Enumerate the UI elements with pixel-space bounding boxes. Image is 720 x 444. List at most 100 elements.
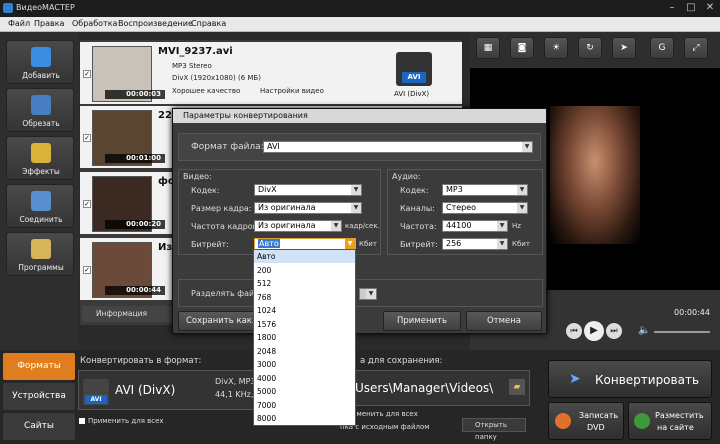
volume-slider[interactable] [654,331,710,333]
file-checkbox[interactable]: ✓ [83,70,91,78]
video-settings-link[interactable]: Настройки видео [260,87,324,95]
bitrate-label: Битрейт: [191,240,229,249]
dialog-title-bar: Параметры конвертирования [173,109,546,123]
video-thumbnail: 00:00:03 [92,46,165,102]
fps-unit: кадр/сек. [345,222,380,230]
bitrate-option[interactable]: 7000 [254,399,355,412]
video-thumbnail: 00:00:44 [92,242,165,298]
frame-size-select[interactable]: Из оригинала ▼ [254,202,362,214]
convert-button[interactable]: ➤ Конвертировать [548,360,712,398]
tab-info[interactable]: Информация [82,306,172,322]
crop-icon[interactable]: ◙ [510,37,534,59]
bottom-panel: Форматы Устройства Сайты Конвертировать … [0,350,720,444]
cancel-button[interactable]: Отмена [466,311,542,331]
bitrate-option[interactable]: 512 [254,277,355,290]
menu-edit[interactable]: Правка [34,19,64,28]
convert-icon: ➤ [569,371,581,387]
folder-icon[interactable]: ▰ [509,379,525,395]
trim-button[interactable]: Обрезать [6,88,74,132]
file-checkbox[interactable]: ✓ [83,134,91,142]
film-icon[interactable]: ▦ [476,37,500,59]
video-thumbnail: 00:00:20 [92,176,165,232]
fps-label: Частота кадров: [191,222,261,231]
chevron-down-icon: ▼ [366,289,376,299]
prev-icon[interactable]: ⏮ [566,323,582,339]
file-checkbox[interactable]: ✓ [83,266,91,274]
bitrate-option[interactable]: 4000 [254,372,355,385]
channels-select[interactable]: Стерео ▼ [442,202,528,214]
chevron-down-icon: ▼ [522,142,532,152]
video-section: Видео: Кодек: DivX ▼ Размер кадра: Из ори… [178,169,381,255]
split-select[interactable]: ▼ [359,288,377,300]
video-codec-select[interactable]: DivX ▼ [254,184,362,196]
format-select[interactable]: AVI ▼ [263,141,533,153]
bitrate-option[interactable]: 3000 [254,358,355,371]
tab-devices[interactable]: Устройства [3,383,75,410]
format-detail-2: 44,1 KHz, [215,390,254,399]
format-name: AVI (DivX) [115,383,176,397]
preview-toolbar: ▦ ◙ ☀ ↻ ➤ G ⤢ [470,32,720,68]
bitrate-option[interactable]: 5000 [254,385,355,398]
gif-icon[interactable]: G [650,37,674,59]
bitrate-option[interactable]: 8000 [254,412,355,425]
speed-icon[interactable]: ➤ [612,37,636,59]
tab-formats[interactable]: Форматы [3,353,75,380]
split-label: Разделять файл: [191,289,263,298]
bitrate-option[interactable]: 200 [254,264,355,277]
chevron-down-icon: ▼ [345,239,355,249]
audio-bitrate-select[interactable]: 256 ▼ [442,238,508,250]
bitrate-option[interactable]: 768 [254,291,355,304]
codec-label: Кодек: [191,186,220,195]
add-button[interactable]: Добавить [6,40,74,84]
next-icon[interactable]: ⏭ [606,323,622,339]
join-button[interactable]: Соединить [6,184,74,228]
close-icon[interactable]: ✕ [702,2,718,14]
menu-process[interactable]: Обработка [72,19,117,28]
menu-help[interactable]: Справка [191,19,226,28]
save-path-field[interactable]: Users\Manager\Videos\ ▰ [350,370,530,406]
rotate-icon[interactable]: ↻ [578,37,602,59]
dvd-icon [555,413,571,429]
frequency-select[interactable]: 44100 ▼ [442,220,508,232]
maximize-icon[interactable]: □ [683,2,699,14]
menu-file[interactable]: Файл [8,19,30,28]
publish-site-button[interactable]: Разместить на сайте [628,402,712,440]
open-folder-button[interactable]: Открыть папку [462,418,526,441]
fps-select[interactable]: Из оригинала ▼ [254,220,342,232]
conversion-settings-dialog: Параметры конвертирования Формат файла: … [172,108,547,334]
brightness-icon[interactable]: ☀ [544,37,568,59]
burn-dvd-button[interactable]: Записать DVD [548,402,624,440]
minimize-icon[interactable]: – [664,2,680,14]
apply-all-label-2: именить для всех [352,410,418,418]
sidebar: Добавить Обрезать Эффекты Соединить Прог… [0,32,79,350]
video-section-label: Видео: [183,172,212,181]
globe-icon [634,413,650,429]
apply-all-checkbox[interactable] [79,418,85,424]
bitrate-option[interactable]: Авто [254,250,355,263]
dialog-title: Параметры конвертирования [183,111,308,120]
bitrate-unit: Кбит [359,240,377,248]
file-checkbox[interactable]: ✓ [83,200,91,208]
tab-sites[interactable]: Сайты [3,413,75,440]
bitrate-option[interactable]: 1800 [254,331,355,344]
bitrate-option[interactable]: 1576 [254,318,355,331]
bitrate-option[interactable]: 1024 [254,304,355,317]
fullscreen-icon[interactable]: ⤢ [684,37,708,59]
video-info: DivX (1920x1080) (6 МБ) [172,74,261,82]
effects-icon [31,143,51,163]
audio-section-label: Аудио: [392,172,421,181]
format-icon[interactable]: AVI [396,52,432,86]
programs-button[interactable]: Программы [6,232,74,276]
list-item[interactable]: ✓ 00:00:03 MVI_9237.avi MP3 Stereo DivX … [80,42,462,104]
effects-button[interactable]: Эффекты [6,136,74,180]
chevron-down-icon: ▼ [351,185,361,195]
bitrate-option[interactable]: 2048 [254,345,355,358]
quality-label[interactable]: Хорошее качество [172,87,240,95]
audio-codec-select[interactable]: MP3 ▼ [442,184,528,196]
video-thumbnail: 00:01:00 [92,110,165,166]
play-icon[interactable]: ▶ [584,321,604,341]
menu-playback[interactable]: Воспроизведение [118,19,193,28]
volume-icon[interactable]: 🔈 [638,325,650,336]
apply-button[interactable]: Применить [383,311,461,331]
chevron-down-icon: ▼ [517,185,527,195]
